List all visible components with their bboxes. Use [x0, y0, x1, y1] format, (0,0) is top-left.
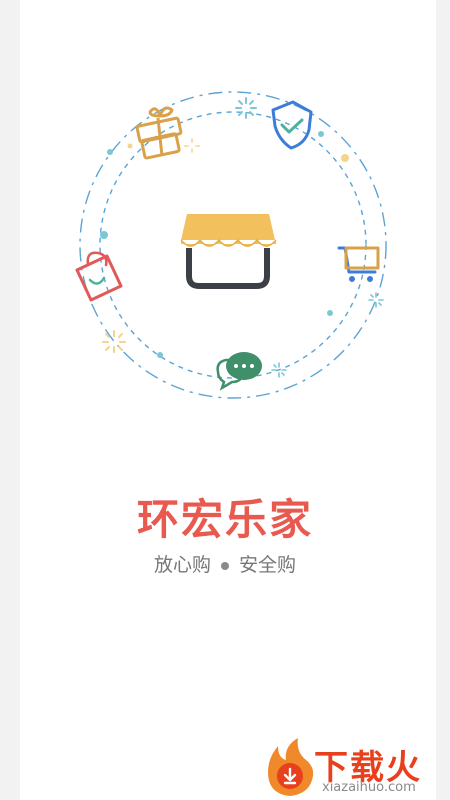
decor-dot [341, 154, 349, 162]
chat-bubble-icon [216, 352, 262, 391]
store-icon [180, 214, 277, 289]
slogan-right: 安全购 [239, 554, 297, 576]
decor-dot [100, 231, 108, 239]
watermark: 下载火 xiazaihuo.com [262, 738, 448, 800]
gift-icon [135, 106, 183, 160]
separator-dot-icon [221, 561, 229, 570]
decor-dot [157, 352, 163, 358]
decor-dot [107, 149, 113, 155]
sparkle-icon [368, 292, 384, 308]
watermark-subtext: xiazaihuo.com [322, 780, 416, 795]
shield-check-icon [271, 100, 313, 150]
app-title: 环宏乐家 [136, 495, 313, 544]
slogan: 放心购 安全购 [0, 550, 450, 577]
sparkle-icon [184, 138, 200, 153]
sparkle-icon [102, 330, 126, 353]
cart-icon [337, 246, 380, 282]
decor-dot [327, 310, 333, 316]
splash-illustration [75, 91, 387, 399]
sparkle-icon [235, 97, 257, 119]
decor-dot [318, 131, 324, 137]
decor-dot [127, 143, 133, 149]
flame-logo-icon [268, 738, 314, 796]
slogan-left: 放心购 [153, 554, 211, 576]
